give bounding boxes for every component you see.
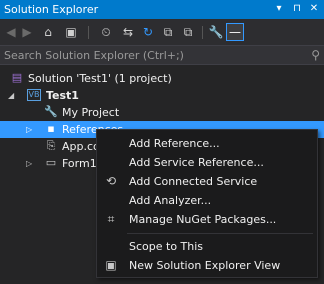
search-input[interactable]: Search Solution Explorer (Ctrl+;) bbox=[4, 49, 184, 62]
form-icon: ▭ bbox=[45, 156, 57, 169]
preview-selected-items-icon[interactable]: — bbox=[226, 23, 244, 41]
vb-project-icon: VB bbox=[27, 89, 41, 101]
window-title: Solution Explorer bbox=[4, 3, 99, 16]
close-button[interactable]: ✕ bbox=[307, 2, 321, 16]
tree-node-project[interactable]: ◢ VB Test1 bbox=[0, 87, 324, 104]
menu-item-label: Add Analyzer... bbox=[129, 194, 212, 207]
menu-item-new-solution-explorer-view[interactable]: ▣ New Solution Explorer View bbox=[97, 256, 317, 275]
switch-views-icon[interactable]: ▣ bbox=[60, 23, 82, 41]
toolbar-separator bbox=[88, 26, 89, 39]
menu-item-add-service-reference[interactable]: Add Service Reference... bbox=[97, 153, 317, 172]
solution-label: Solution 'Test1' (1 project) bbox=[28, 72, 172, 85]
solution-icon: ▤ bbox=[11, 71, 23, 84]
search-icon[interactable]: ⚲ bbox=[311, 48, 320, 62]
toolbar-separator bbox=[202, 26, 203, 39]
menu-item-label: Scope to This bbox=[129, 240, 204, 253]
new-view-icon: ▣ bbox=[105, 258, 117, 272]
refresh-icon[interactable]: ↻ bbox=[140, 23, 156, 41]
nuget-icon: ⌗ bbox=[107, 212, 115, 226]
back-icon[interactable]: ◀ bbox=[4, 23, 18, 41]
context-menu: Add Reference... Add Service Reference..… bbox=[96, 129, 318, 278]
menu-item-label: Add Reference... bbox=[129, 137, 220, 150]
menu-item-label: Add Connected Service bbox=[129, 175, 258, 188]
menu-item-scope-to-this[interactable]: Scope to This bbox=[97, 237, 317, 256]
collapsed-caret-icon[interactable]: ▷ bbox=[26, 123, 36, 136]
properties-icon[interactable]: 🔧 bbox=[208, 23, 224, 41]
forward-icon[interactable]: ▶ bbox=[20, 23, 34, 41]
pending-changes-filter-icon[interactable]: ⏲ bbox=[94, 23, 118, 41]
my-project-label: My Project bbox=[62, 106, 120, 119]
menu-item-manage-nuget[interactable]: ⌗ Manage NuGet Packages... bbox=[97, 210, 317, 229]
menu-item-label: New Solution Explorer View bbox=[129, 259, 281, 272]
config-file-icon: ⎘ bbox=[46, 139, 56, 152]
menu-item-add-connected-service[interactable]: ⟲ Add Connected Service bbox=[97, 172, 317, 191]
show-all-files-icon[interactable]: ⧉ bbox=[180, 23, 196, 41]
tree-node-solution[interactable]: ▤ Solution 'Test1' (1 project) bbox=[0, 70, 324, 87]
menu-item-label: Manage NuGet Packages... bbox=[129, 213, 277, 226]
menu-item-add-reference[interactable]: Add Reference... bbox=[97, 134, 317, 153]
home-icon[interactable]: ⌂ bbox=[40, 23, 56, 41]
search-bar[interactable]: Search Solution Explorer (Ctrl+;) ⚲ bbox=[0, 45, 324, 65]
collapse-all-icon[interactable]: ⧉ bbox=[160, 23, 176, 41]
tree-node-my-project[interactable]: 🔧 My Project bbox=[0, 104, 324, 121]
menu-separator bbox=[127, 233, 313, 234]
title-bar: Solution Explorer ▾ ⊓ ✕ bbox=[0, 0, 324, 19]
menu-item-label: Add Service Reference... bbox=[129, 156, 264, 169]
form1-label: Form1. bbox=[62, 157, 101, 170]
menu-item-add-analyzer[interactable]: Add Analyzer... bbox=[97, 191, 317, 210]
expanded-caret-icon[interactable]: ◢ bbox=[8, 89, 18, 102]
toolbar: ◀ ▶ ⌂ ▣ ⏲ ⇆ ↻ ⧉ ⧉ 🔧 — bbox=[0, 19, 324, 45]
window-position-button[interactable]: ▾ bbox=[272, 2, 286, 16]
wrench-icon: 🔧 bbox=[44, 105, 58, 118]
connected-service-icon: ⟲ bbox=[105, 174, 117, 188]
references-icon: ▪ bbox=[47, 122, 55, 135]
project-label: Test1 bbox=[46, 89, 79, 102]
sync-icon[interactable]: ⇆ bbox=[120, 23, 136, 41]
app-config-label: App.co bbox=[62, 140, 100, 153]
collapsed-caret-icon[interactable]: ▷ bbox=[26, 157, 36, 170]
auto-hide-button[interactable]: ⊓ bbox=[290, 2, 304, 16]
